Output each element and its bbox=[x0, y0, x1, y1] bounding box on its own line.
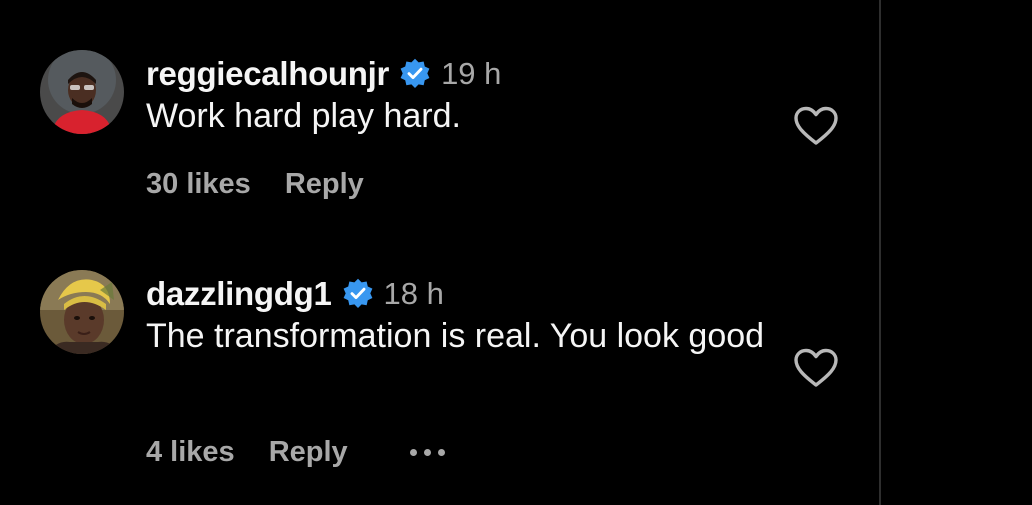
comment-header: dazzlingdg1 18 h bbox=[146, 272, 766, 316]
more-options-icon[interactable] bbox=[409, 448, 445, 458]
comment-time: 19 h bbox=[441, 56, 502, 91]
reply-button[interactable]: Reply bbox=[285, 168, 364, 201]
likes-count[interactable]: 4 likes bbox=[146, 436, 235, 469]
verified-badge-icon bbox=[399, 58, 431, 90]
comment-actions: 4 likes Reply bbox=[146, 436, 445, 469]
likes-count[interactable]: 30 likes bbox=[146, 168, 251, 201]
comment-text: The transformation is real. You look goo… bbox=[146, 317, 765, 355]
reply-button[interactable]: Reply bbox=[269, 436, 348, 469]
dot bbox=[423, 449, 431, 456]
username[interactable]: reggiecalhounjr bbox=[146, 55, 389, 93]
comment-text: Work hard play hard. bbox=[146, 97, 461, 135]
heart-outline-icon[interactable] bbox=[793, 105, 839, 147]
comment-body: dazzlingdg1 18 h The transformation is r… bbox=[146, 270, 766, 358]
comment-actions: 30 likes Reply bbox=[146, 168, 426, 201]
comments-panel: reggiecalhounjr 19 h Work hard play hard… bbox=[0, 0, 1032, 505]
heart-outline-icon[interactable] bbox=[793, 347, 839, 389]
verified-badge-icon bbox=[342, 278, 374, 310]
avatar[interactable] bbox=[40, 270, 124, 354]
comment-time: 18 h bbox=[383, 276, 444, 311]
username[interactable]: dazzlingdg1 bbox=[146, 275, 332, 313]
avatar[interactable] bbox=[40, 50, 124, 134]
dot bbox=[437, 449, 445, 456]
comment-body: reggiecalhounjr 19 h Work hard play hard… bbox=[146, 50, 766, 138]
comment-header: reggiecalhounjr 19 h bbox=[146, 52, 766, 96]
dot bbox=[409, 449, 417, 456]
panel-divider bbox=[879, 0, 881, 505]
